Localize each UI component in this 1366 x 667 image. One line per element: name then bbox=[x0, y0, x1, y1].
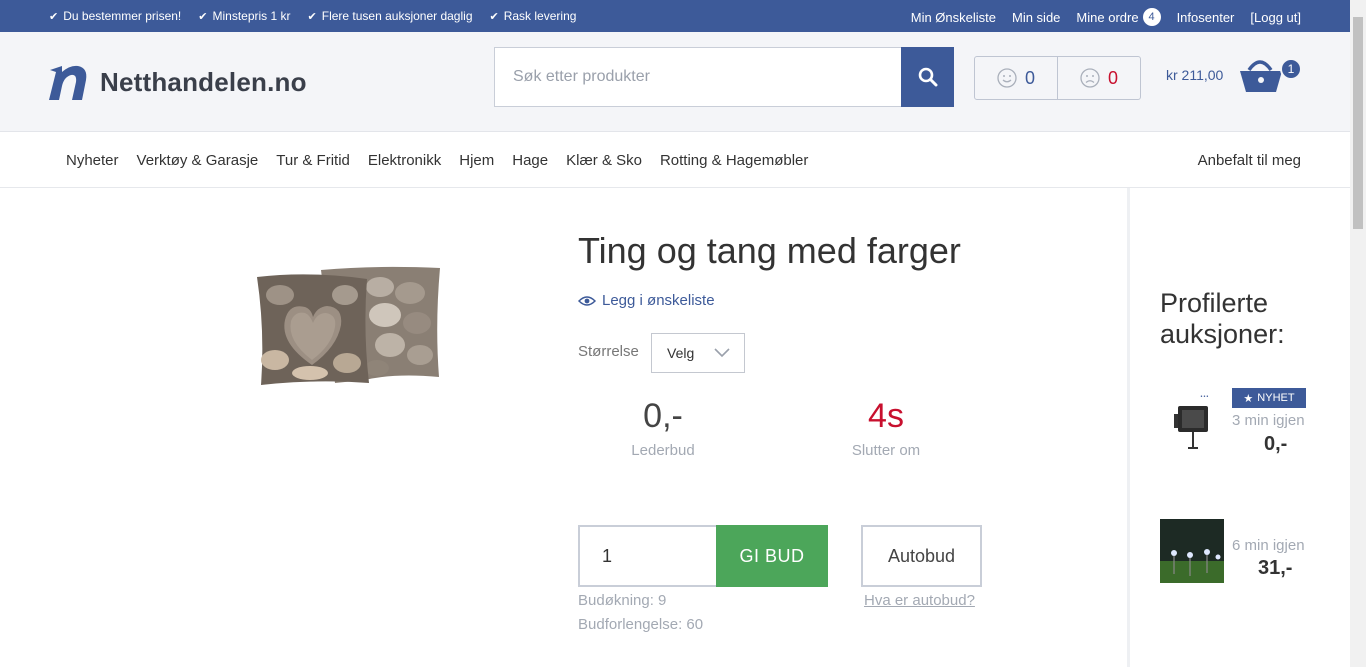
negative-rating: 0 bbox=[1057, 57, 1140, 99]
size-select[interactable]: Velg bbox=[651, 333, 745, 373]
orders-link-label: Mine ordre bbox=[1076, 9, 1139, 25]
nav-item-verktoy-garasje[interactable]: Verktøy & Garasje bbox=[137, 152, 259, 169]
logout-link[interactable]: [Logg ut] bbox=[1250, 10, 1301, 25]
cart-count-badge: 1 bbox=[1280, 58, 1302, 80]
negative-rating-count: 0 bbox=[1107, 67, 1118, 88]
product-title: Ting og tang med farger bbox=[578, 230, 961, 271]
leading-bid-value: 0,- bbox=[643, 397, 683, 435]
search-input[interactable] bbox=[494, 47, 901, 107]
place-bid-button[interactable]: GI BUD bbox=[716, 525, 828, 587]
usp-item: ✔ Rask levering bbox=[489, 9, 577, 23]
category-menu: Nyheter Verktøy & Garasje Tur & Fritid E… bbox=[66, 152, 826, 169]
bid-amount-input[interactable]: 1 bbox=[578, 525, 717, 587]
nav-item-klaer-sko[interactable]: Klær & Sko bbox=[566, 152, 642, 169]
sidebar-divider bbox=[1127, 188, 1130, 667]
autobid-help-link[interactable]: Hva er autobud? bbox=[864, 592, 975, 609]
chevron-down-icon bbox=[714, 348, 730, 358]
nav-item-nyheter[interactable]: Nyheter bbox=[66, 152, 119, 169]
promo-price: 0,- bbox=[1264, 433, 1288, 455]
nav-item-elektronikk[interactable]: Elektronikk bbox=[368, 152, 441, 169]
check-icon: ✔ bbox=[49, 10, 59, 23]
positive-rating-count: 0 bbox=[1024, 67, 1035, 88]
cart-total[interactable]: kr 211,00 bbox=[1166, 67, 1223, 83]
nav-item-hjem[interactable]: Hjem bbox=[459, 152, 494, 169]
orders-link[interactable]: Mine ordre 4 bbox=[1076, 8, 1161, 26]
top-bar: ✔ Du bestemmer prisen! ✔ Minstepris 1 kr ✔… bbox=[0, 0, 1350, 32]
search-button[interactable] bbox=[901, 47, 954, 107]
usp-list: ✔ Du bestemmer prisen! ✔ Minstepris 1 kr ✔… bbox=[49, 9, 593, 23]
main-nav: Nyheter Verktøy & Garasje Tur & Fritid E… bbox=[0, 133, 1350, 188]
new-badge: ★ NYHET bbox=[1232, 388, 1306, 408]
wishlist-link[interactable]: Min Ønskeliste bbox=[911, 10, 996, 25]
check-icon: ✔ bbox=[198, 10, 208, 23]
promo-price: 31,- bbox=[1258, 557, 1293, 579]
account-links: Min Ønskeliste Min side Mine ordre 4 Info… bbox=[895, 8, 1301, 26]
search-icon bbox=[918, 67, 937, 87]
svg-text:•••: ••• bbox=[1200, 394, 1209, 400]
add-to-wishlist-label: Legg i ønskeliste bbox=[602, 292, 715, 309]
eye-icon bbox=[578, 295, 596, 306]
bid-increment: Budøkning: 9 bbox=[578, 592, 667, 609]
bid-extension: Budforlengelse: 60 bbox=[578, 616, 704, 633]
logo-n-icon bbox=[49, 65, 87, 100]
nav-item-hage[interactable]: Hage bbox=[512, 152, 548, 169]
product-image[interactable] bbox=[255, 265, 445, 390]
orders-count-badge: 4 bbox=[1142, 8, 1161, 26]
size-select-value: Velg bbox=[667, 345, 695, 361]
scrollbar-thumb[interactable] bbox=[1353, 17, 1363, 229]
logo[interactable]: Netthandelen.no bbox=[48, 62, 307, 102]
check-icon: ✔ bbox=[307, 10, 317, 23]
sidebar-title: Profilerte auksjoner: bbox=[1160, 288, 1300, 350]
promo-time-left: 3 min igjen bbox=[1232, 412, 1305, 429]
add-to-wishlist-link[interactable]: Legg i ønskeliste bbox=[578, 292, 715, 309]
leading-bid: 0,- Lederbud bbox=[578, 397, 748, 459]
usp-item: ✔ Du bestemmer prisen! bbox=[49, 9, 182, 23]
autobid-button[interactable]: Autobud bbox=[861, 525, 982, 587]
promo-thumbnail: ••• bbox=[1160, 388, 1224, 452]
sad-face-icon bbox=[1080, 68, 1100, 88]
usp-item: ✔ Flere tusen auksjoner daglig bbox=[307, 9, 473, 23]
header: Netthandelen.no 0 0 bbox=[0, 32, 1350, 132]
usp-item: ✔ Minstepris 1 kr bbox=[198, 9, 291, 23]
info-center-link[interactable]: Infosenter bbox=[1177, 10, 1235, 25]
promoted-auction[interactable]: 6 min igjen 31,- bbox=[1160, 519, 1310, 583]
my-page-link[interactable]: Min side bbox=[1012, 10, 1060, 25]
size-label: Størrelse bbox=[578, 343, 639, 360]
rating-box[interactable]: 0 0 bbox=[974, 56, 1141, 100]
leading-bid-label: Lederbud bbox=[631, 442, 695, 459]
time-left-value: 4s bbox=[868, 397, 904, 435]
sidebar-title-text: Profilerte auksjoner: bbox=[1160, 288, 1285, 349]
promoted-auction[interactable]: ••• ★ NYHET 3 min igjen 0,- bbox=[1160, 388, 1310, 458]
happy-face-icon bbox=[997, 68, 1017, 88]
star-icon: ★ bbox=[1243, 392, 1254, 405]
positive-rating: 0 bbox=[975, 57, 1057, 99]
nav-item-rotting-hagemobler[interactable]: Rotting & Hagemøbler bbox=[660, 152, 808, 169]
search-bar bbox=[494, 47, 954, 107]
nav-item-tur-fritid[interactable]: Tur & Fritid bbox=[276, 152, 350, 169]
check-icon: ✔ bbox=[489, 10, 499, 23]
page-scrollbar[interactable] bbox=[1350, 0, 1366, 667]
time-left-label: Slutter om bbox=[851, 442, 921, 459]
promo-thumbnail bbox=[1160, 519, 1224, 583]
nav-item-recommended[interactable]: Anbefalt til meg bbox=[1198, 152, 1301, 169]
time-left: 4s Slutter om bbox=[801, 397, 971, 459]
promo-time-left: 6 min igjen bbox=[1232, 537, 1305, 554]
logo-text: Netthandelen.no bbox=[100, 66, 307, 97]
